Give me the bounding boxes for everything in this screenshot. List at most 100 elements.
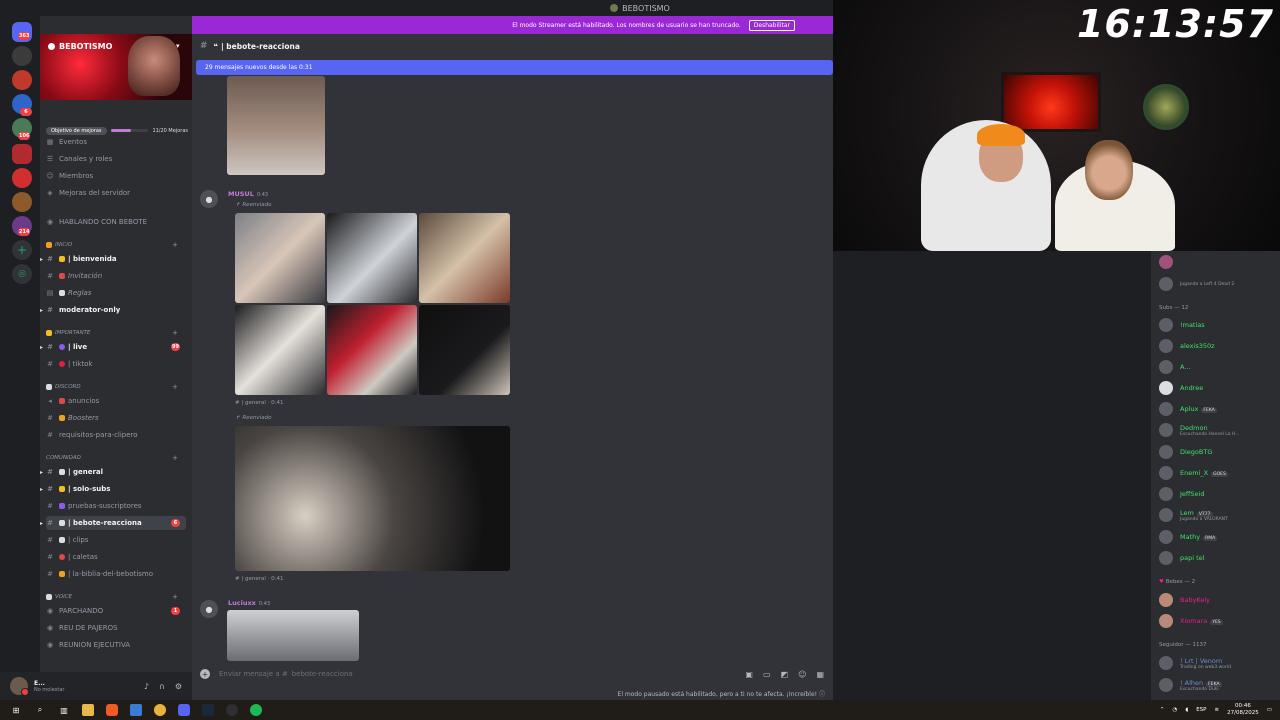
lang-indicator[interactable]: ESP [1196,707,1206,713]
member-item[interactable]: Andree [1159,379,1279,397]
notification-icon[interactable]: ▭ [1267,707,1272,713]
attachment-video[interactable] [235,305,325,395]
channel-tiktok[interactable]: # | tiktok [46,357,186,371]
channel-anuncios[interactable]: ◂ anuncios [46,394,186,408]
disable-streamer-button[interactable]: Deshabilitar [748,19,795,31]
voice-parchando[interactable]: ◉ PARCHANDO 1 [46,604,186,618]
server-header[interactable]: BEBOTISMO ▾ [48,42,180,51]
channel-invitacion[interactable]: # Invitación [46,269,186,283]
member-item[interactable]: ! Alhen FEKA Escuchando Duki [1159,676,1279,694]
volume-icon[interactable]: ◖ [1185,707,1188,713]
server-icon-6[interactable] [12,192,32,212]
member-item[interactable]: Jugando a Left 4 Dead 2 [1159,275,1279,293]
add-channel-icon[interactable]: + [172,454,178,462]
member-item[interactable]: Enemi_X GOES [1159,464,1279,482]
channel-bebote-reacciona[interactable]: ▸ # | bebote-reacciona 6 [40,516,186,530]
channel-live[interactable]: ▸ # | live 99 [40,340,186,354]
spotify-icon[interactable] [250,704,262,716]
member-item[interactable]: Xiomara YES [1159,612,1279,630]
steam-icon[interactable] [202,704,214,716]
member-item[interactable]: alexis350z [1159,337,1279,355]
member-item[interactable]: Lem V777 Jugando a VALORANT [1159,506,1279,524]
attachment-video[interactable] [327,213,417,303]
channel-bienvenida[interactable]: ▸ # | bienvenida [40,252,186,266]
author-avatar[interactable]: ● [200,600,218,618]
discord-taskbar-icon[interactable] [178,704,190,716]
system-clock[interactable]: 00:46 27/08/2025 [1227,703,1259,717]
member-item[interactable]: Aplux FEKA [1159,400,1279,418]
member-item[interactable]: BabyKely [1159,591,1279,609]
attachment-image[interactable] [235,426,510,571]
channel-boosters[interactable]: # Boosters [46,411,186,425]
sticker-icon[interactable]: ◩ [781,670,789,679]
new-messages-bar[interactable]: 29 mensajes nuevos desde las 0:31 [196,60,833,75]
menu-members[interactable]: ☺ Miembros [46,169,186,183]
add-channel-icon[interactable]: + [172,329,178,337]
apps-icon[interactable]: ▦ [816,670,824,679]
server-icon-1[interactable] [12,46,32,66]
channel-general[interactable]: ▸ # | general [40,465,186,479]
channel-biblia[interactable]: # | la-biblia-del-bebotismo [46,567,186,581]
voice-reunion[interactable]: ◉ REUNION EJECUTIVA [46,638,186,652]
windows-start-icon[interactable]: ⊞ [10,704,22,716]
channel-moderator-only[interactable]: ▸ # moderator-only [40,303,186,317]
menu-events[interactable]: ▦ Eventos [46,135,186,149]
member-item[interactable]: A... [1159,358,1279,376]
chevron-up-icon[interactable]: ⌃ [1160,707,1165,713]
category-importante[interactable]: IMPORTANTE + [46,326,186,340]
add-channel-icon[interactable]: + [172,593,178,601]
attachment-image[interactable] [419,305,510,395]
category-voice[interactable]: VOICE + [46,590,186,604]
attachment-image[interactable] [419,213,510,303]
user-avatar[interactable] [10,677,29,696]
channel-requisitos[interactable]: # requisitos-para-clipero [46,428,186,442]
search-icon[interactable]: ⌕ [34,704,46,716]
server-icon-5[interactable] [12,168,32,188]
add-attachment-icon[interactable]: + [200,669,210,679]
store-icon[interactable] [130,704,142,716]
wifi-icon[interactable]: ≋ [1214,707,1219,713]
member-item[interactable]: JeffSeid [1159,485,1279,503]
add-channel-icon[interactable]: + [172,241,178,249]
attachment-image[interactable] [227,76,325,175]
attachment-image[interactable] [227,610,359,661]
attachment-image[interactable] [327,305,417,395]
mic-icon[interactable]: ♪ [144,682,149,691]
channel-solo-subs[interactable]: ▸ # | solo-subs [40,482,186,496]
author-name[interactable]: MUSUL [228,190,254,198]
forward-source[interactable]: # | general · 0:41 [235,400,283,406]
member-item[interactable]: Dedmon Escuchando Hansel La H... [1159,421,1279,439]
obs-icon[interactable] [226,704,238,716]
member-item[interactable] [1159,253,1279,271]
voice-reu[interactable]: ◉ REU DE PAJEROS [46,621,186,635]
channel-caletas[interactable]: # | caletas [46,550,186,564]
gear-icon[interactable]: ⚙ [175,682,182,691]
menu-server-boosts[interactable]: ◈ Mejoras del servidor [46,186,186,200]
category-discord[interactable]: DISCORD + [46,380,186,394]
channel-pruebas[interactable]: # pruebas-suscriptores [46,499,186,513]
brave-icon[interactable] [106,704,118,716]
category-comunidad[interactable]: COMUNIDAD + [46,451,186,465]
category-inicio[interactable]: INICIO + [46,238,186,252]
channel-clips[interactable]: # | clips [46,533,186,547]
channel-reglas[interactable]: ▤ Reglas [46,286,186,300]
author-name[interactable]: Luciuxx [228,599,256,607]
member-item[interactable]: Mathy RMA [1159,528,1279,546]
user-names[interactable]: E... No molestar [34,680,64,693]
emoji-icon[interactable]: ☺ [798,670,806,679]
menu-channels-roles[interactable]: ☰ Canales y roles [46,152,186,166]
attachment-image[interactable] [235,213,325,303]
author-avatar[interactable]: ● [200,190,218,208]
menu-speaking[interactable]: ◉ HABLANDO CON BEBOTE [46,215,186,229]
task-view-icon[interactable]: ▥ [58,704,70,716]
network-icon[interactable]: ◔ [1172,707,1177,713]
member-item[interactable]: !matias [1159,316,1279,334]
member-item[interactable]: papi tel [1159,549,1279,567]
message-composer[interactable]: + Enviar mensaje a # bebote-reacciona ▣ … [200,666,826,682]
file-explorer-icon[interactable] [82,704,94,716]
member-item[interactable]: DiegoBTG [1159,443,1279,461]
server-icon-bebotismo[interactable] [12,144,32,164]
headphones-icon[interactable]: ∩ [159,682,165,691]
forward-source[interactable]: # | general · 0:41 [235,576,283,582]
chrome-icon[interactable] [154,704,166,716]
